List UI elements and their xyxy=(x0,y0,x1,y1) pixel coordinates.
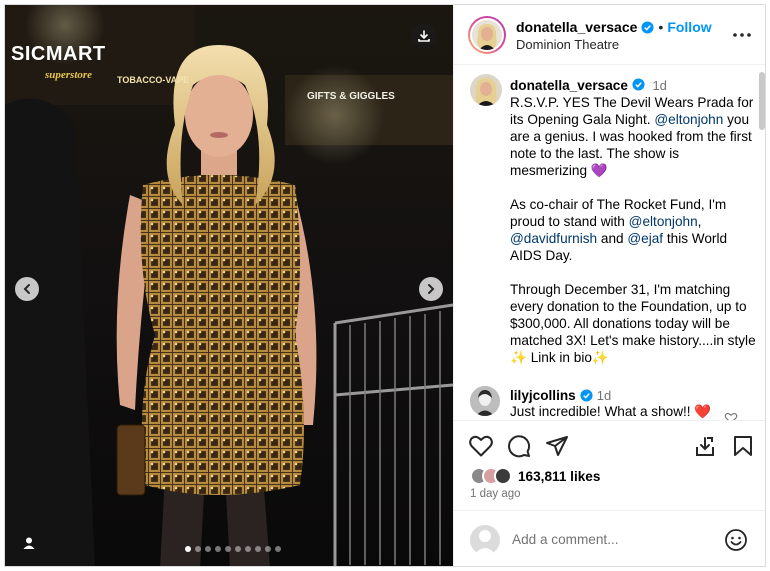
caption-time: 1d xyxy=(652,78,667,93)
repost-button[interactable] xyxy=(692,433,718,459)
share-button[interactable] xyxy=(544,433,570,459)
download-button[interactable] xyxy=(411,23,437,49)
author-username[interactable]: donatella_versace xyxy=(516,19,637,35)
comment-text: Just incredible! What a show!! ❤️ xyxy=(510,404,712,419)
carousel-next-button[interactable] xyxy=(419,277,443,301)
caption-author-avatar[interactable] xyxy=(470,74,502,106)
carousel-dot xyxy=(275,546,281,552)
user-tag-icon xyxy=(23,537,35,549)
post-photo[interactable]: SICMART superstore TOBACCO-VAPE GIFTS & … xyxy=(5,5,453,566)
author-avatar[interactable] xyxy=(468,16,506,54)
verified-badge-icon xyxy=(632,78,645,91)
more-options-icon xyxy=(733,33,751,37)
user-tag-button[interactable] xyxy=(19,533,39,553)
post-sidebar: donatella_versace • Follow Dominion Thea… xyxy=(453,5,765,566)
comment-like-icon[interactable] xyxy=(724,412,738,420)
storefront-gifts-sign: GIFTS & GIGGLES xyxy=(307,91,395,102)
commenter-username[interactable]: lilyjcollins xyxy=(510,388,576,403)
post-timestamp[interactable]: 1 day ago xyxy=(470,488,521,500)
emoji-icon[interactable] xyxy=(724,528,748,552)
storefront-tobacco-sign: TOBACCO-VAPE xyxy=(117,75,190,85)
post-header: donatella_versace • Follow Dominion Thea… xyxy=(454,5,765,65)
mention-link[interactable]: @eltonjohn xyxy=(654,112,723,127)
comment-button[interactable] xyxy=(506,433,532,459)
verified-badge-icon xyxy=(641,20,654,34)
chevron-right-icon xyxy=(428,284,435,294)
like-button[interactable] xyxy=(468,433,494,459)
storefront-sign: SICMART xyxy=(11,43,106,65)
post-location[interactable]: Dominion Theatre xyxy=(516,37,619,52)
repost-icon xyxy=(696,437,714,456)
chevron-left-icon xyxy=(23,284,30,294)
carousel-dot xyxy=(215,546,221,552)
carousel-prev-button[interactable] xyxy=(15,277,39,301)
carousel-dot xyxy=(185,546,191,552)
comment-input[interactable] xyxy=(512,532,712,547)
carousel-dot xyxy=(205,546,211,552)
carousel-dot xyxy=(265,546,271,552)
mention-link[interactable]: @eltonjohn xyxy=(629,214,698,229)
add-comment-bar xyxy=(454,510,765,566)
comment-header: lilyjcollins 1d xyxy=(510,388,611,403)
carousel-dot xyxy=(195,546,201,552)
likes-summary[interactable]: 163,811 likes xyxy=(470,467,600,485)
post-caption: donatella_versace 1d R.S.V.P. YES The De… xyxy=(510,78,756,365)
carousel-dot xyxy=(225,546,231,552)
likes-count[interactable]: 163,811 likes xyxy=(518,469,600,484)
carousel-dot xyxy=(245,546,251,552)
caption-text: and xyxy=(600,231,624,246)
storefront-subsign: superstore xyxy=(45,69,93,81)
mention-link[interactable]: @ejaf xyxy=(627,231,663,246)
more-options-button[interactable] xyxy=(730,25,754,45)
follow-button[interactable]: Follow xyxy=(667,19,711,35)
instagram-post-modal: SICMART superstore TOBACCO-VAPE GIFTS & … xyxy=(4,4,766,567)
post-actions: 163,811 likes 1 day ago xyxy=(454,420,765,510)
verified-badge-icon xyxy=(580,389,593,402)
carousel-dot xyxy=(235,546,241,552)
scrollbar-thumb[interactable] xyxy=(759,72,765,130)
carousel-indicator xyxy=(185,546,281,552)
caption-text: Through December 31, I'm matching every … xyxy=(510,282,756,365)
comments-section[interactable]: donatella_versace 1d R.S.V.P. YES The De… xyxy=(454,66,765,420)
commenter-avatar[interactable] xyxy=(470,386,500,416)
bookmark-icon xyxy=(734,436,752,456)
download-icon xyxy=(418,30,430,42)
share-icon xyxy=(546,436,568,456)
heart-icon xyxy=(469,435,493,457)
save-button[interactable] xyxy=(730,433,756,459)
liker-avatar xyxy=(494,467,512,485)
caption-username[interactable]: donatella_versace xyxy=(510,78,628,93)
separator-dot: • xyxy=(658,19,664,35)
photo-illustration xyxy=(5,5,453,566)
mention-link[interactable]: @davidfurnish xyxy=(510,231,597,246)
comment-time: 1d xyxy=(596,388,612,403)
current-user-avatar xyxy=(470,525,500,555)
author-line: donatella_versace • Follow xyxy=(516,19,712,35)
carousel-dot xyxy=(255,546,261,552)
comment-icon xyxy=(508,435,531,458)
